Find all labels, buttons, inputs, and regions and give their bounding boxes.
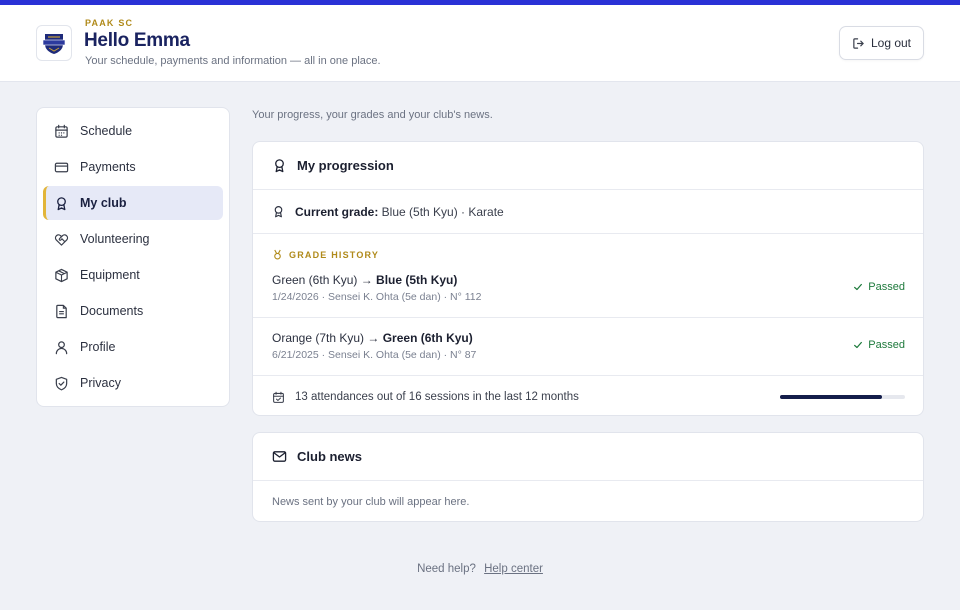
credit-card-icon	[54, 162, 69, 172]
calendar-check-icon	[273, 391, 284, 403]
attendance-text: 13 attendances out of 16 sessions in the…	[295, 391, 579, 403]
progression-title: My progression	[297, 158, 394, 173]
award-ribbon-icon	[275, 159, 284, 173]
status-label: Passed	[868, 281, 905, 293]
club-news-card: Club news News sent by your club will ap…	[252, 432, 924, 522]
sidebar-nav: Schedule Payments My club Volunteering E…	[36, 107, 230, 407]
sidebar-item-label: Volunteering	[80, 232, 150, 246]
sidebar-item-profile[interactable]: Profile	[43, 330, 223, 364]
grade-from: Orange (7th Kyu) →	[272, 331, 383, 345]
mail-icon	[272, 451, 287, 462]
grade-history-title: Orange (7th Kyu) → Green (6th Kyu)	[272, 331, 473, 345]
club-news-empty-text: News sent by your club will appear here.	[272, 496, 470, 508]
current-grade-value: Blue (5th Kyu) · Karate	[378, 204, 504, 219]
award-ribbon-icon	[274, 206, 283, 218]
grade-from: Green (6th Kyu) →	[272, 273, 377, 287]
shield-check-icon	[55, 376, 68, 390]
grade-history-row: Green (6th Kyu) → Blue (5th Kyu) 1/24/20…	[253, 260, 923, 318]
grade-history-label: GRADE HISTORY	[253, 234, 923, 260]
user-icon	[55, 340, 68, 354]
medal-icon	[274, 249, 281, 260]
sidebar-item-label: Documents	[80, 304, 144, 318]
current-grade-text: Current grade: Blue (5th Kyu) · Karate	[295, 205, 504, 219]
sidebar-item-label: Schedule	[80, 124, 133, 138]
logout-label: Log out	[870, 36, 912, 50]
sidebar-item-equipment[interactable]: Equipment	[43, 258, 223, 292]
heart-handshake-icon	[54, 233, 69, 246]
page-header: PAAK SC Hello Emma Your schedule, paymen…	[0, 5, 960, 82]
help-text: Need help?	[417, 563, 476, 575]
sidebar-item-label: Payments	[80, 160, 136, 174]
sidebar-item-documents[interactable]: Documents	[43, 294, 223, 328]
club-logo	[36, 25, 72, 61]
help-center-link[interactable]: Help center	[484, 563, 543, 575]
sidebar-item-label: Profile	[80, 340, 116, 354]
attendance-row: 13 attendances out of 16 sessions in the…	[253, 376, 923, 415]
club-news-header: Club news	[253, 433, 923, 481]
sidebar-item-label: Privacy	[80, 376, 121, 390]
current-grade-row: Current grade: Blue (5th Kyu) · Karate	[253, 190, 923, 234]
status-label: Passed	[868, 339, 905, 351]
calendar-icon	[55, 124, 68, 138]
progression-card: My progression Current grade: Blue (5th …	[252, 141, 924, 416]
box-icon	[55, 268, 68, 282]
grade-history-title: Green (6th Kyu) → Blue (5th Kyu)	[272, 273, 457, 287]
header-tagline: Your schedule, payments and information …	[85, 55, 381, 67]
sidebar-item-schedule[interactable]: Schedule	[43, 114, 223, 148]
check-icon	[854, 283, 863, 291]
club-news-title: Club news	[297, 449, 363, 464]
sidebar-item-privacy[interactable]: Privacy	[43, 366, 223, 400]
sidebar-item-payments[interactable]: Payments	[43, 150, 223, 184]
grade-history-row: Orange (7th Kyu) → Green (6th Kyu) 6/21/…	[253, 318, 923, 376]
logout-button[interactable]: Log out	[839, 26, 924, 60]
status-badge: Passed	[853, 281, 905, 293]
attendance-progress-fill	[780, 395, 882, 399]
club-name: PAAK SC	[85, 18, 134, 28]
page-intro: Your progress, your grades and your club…	[252, 109, 493, 121]
sidebar-item-label: Equipment	[80, 268, 140, 282]
sidebar-item-volunteering[interactable]: Volunteering	[43, 222, 223, 256]
current-grade-label: Current grade:	[295, 204, 379, 219]
grade-history-meta: 6/21/2025 · Sensei K. Ohta (5e dan) · N°…	[272, 349, 477, 361]
sidebar-item-my-club[interactable]: My club	[43, 186, 223, 220]
page-footer: Need help? Help center	[0, 563, 960, 575]
check-icon	[854, 341, 863, 349]
grade-to: Blue (5th Kyu)	[376, 273, 458, 287]
status-badge: Passed	[853, 339, 905, 351]
progression-header: My progression	[253, 142, 923, 190]
grade-history-meta: 1/24/2026 · Sensei K. Ohta (5e dan) · N°…	[272, 291, 482, 303]
page-title: Hello Emma	[84, 30, 190, 51]
club-crest-icon	[42, 34, 66, 54]
grade-history-text: GRADE HISTORY	[289, 250, 380, 260]
sidebar-item-label: My club	[80, 196, 127, 210]
document-icon	[56, 304, 67, 318]
logout-icon	[853, 37, 864, 49]
award-ribbon-icon	[57, 196, 66, 210]
grade-to: Green (6th Kyu)	[382, 331, 473, 345]
attendance-progress-bar	[780, 395, 905, 399]
